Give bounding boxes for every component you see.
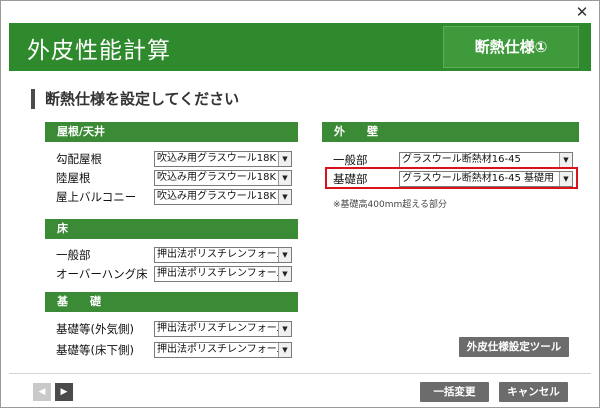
wall-panel-heading: 外 壁 — [322, 122, 579, 142]
roof-flat-select[interactable]: 吹込み用グラスウール18K ▼ — [154, 170, 292, 186]
row-label: オーバーハング床 — [56, 267, 148, 281]
wall-row-general: 一般部 グラスウール断熱材16-45 ▼ — [333, 152, 575, 168]
roof-row-flat: 陸屋根 吹込み用グラスウール18K ▼ — [56, 170, 296, 186]
foundation-underfloor-select[interactable]: 押出法ポリスチレンフォーム3 ▼ — [154, 342, 292, 358]
floor-overhang-select[interactable]: 押出法ポリスチレンフォーム3 ▼ — [154, 266, 292, 282]
floor-row-general: 一般部 押出法ポリスチレンフォーム3 ▼ — [56, 247, 296, 263]
chevron-down-icon: ▼ — [278, 322, 291, 336]
close-icon[interactable]: ✕ — [573, 3, 591, 21]
step-tab: 断熱仕様① — [443, 26, 579, 68]
cancel-button[interactable]: キャンセル — [499, 382, 568, 402]
highlight-box — [325, 167, 578, 189]
chevron-down-icon: ▼ — [278, 267, 291, 281]
foundation-row-outside: 基礎等(外気側) 押出法ポリスチレンフォーム3 ▼ — [56, 321, 296, 337]
floor-panel-heading: 床 — [45, 219, 298, 239]
foundation-outside-select[interactable]: 押出法ポリスチレンフォーム3 ▼ — [154, 321, 292, 337]
floor-row-overhang: オーバーハング床 押出法ポリスチレンフォーム3 ▼ — [56, 266, 296, 282]
chevron-down-icon: ▼ — [278, 152, 291, 166]
footer-divider — [9, 373, 591, 374]
floor-panel: 床 — [45, 219, 298, 239]
foundation-panel: 基 礎 — [45, 292, 298, 312]
next-page-button[interactable]: ▶ — [55, 383, 73, 401]
row-label: 屋上バルコニー — [56, 190, 137, 204]
roof-panel-heading: 屋根/天井 — [45, 122, 298, 142]
header-banner: 外皮性能計算 断熱仕様① — [9, 23, 591, 71]
foundation-panel-heading: 基 礎 — [45, 292, 298, 312]
row-label: 陸屋根 — [56, 171, 91, 185]
app-title: 外皮性能計算 — [27, 38, 171, 64]
title-bar: ✕ — [1, 1, 599, 23]
row-label: 基礎等(床下側) — [56, 343, 134, 357]
chevron-down-icon: ▼ — [559, 153, 572, 167]
roof-row-pitched: 勾配屋根 吹込み用グラスウール18K ▼ — [56, 151, 296, 167]
chevron-down-icon: ▼ — [278, 190, 291, 204]
roof-row-balcony: 屋上バルコニー 吹込み用グラスウール18K ▼ — [56, 189, 296, 205]
batch-change-button[interactable]: 一括変更 — [420, 382, 489, 402]
chevron-down-icon: ▼ — [278, 343, 291, 357]
chevron-down-icon: ▼ — [278, 248, 291, 262]
roof-panel: 屋根/天井 — [45, 122, 298, 142]
row-label: 一般部 — [333, 153, 368, 167]
wall-general-select[interactable]: グラスウール断熱材16-45 ▼ — [399, 152, 573, 168]
dialog-window: ✕ 外皮性能計算 断熱仕様① 断熱仕様を設定してください 屋根/天井 勾配屋根 … — [0, 0, 600, 408]
wall-note: ※基礎高400mm超える部分 — [333, 200, 447, 210]
roof-balcony-select[interactable]: 吹込み用グラスウール18K ▼ — [154, 189, 292, 205]
row-label: 一般部 — [56, 248, 91, 262]
exterior-spec-tool-button[interactable]: 外皮仕様設定ツール — [459, 337, 569, 357]
floor-general-select[interactable]: 押出法ポリスチレンフォーム3 ▼ — [154, 247, 292, 263]
chevron-down-icon: ▼ — [278, 171, 291, 185]
prev-page-button[interactable]: ◀ — [33, 383, 51, 401]
roof-pitched-select[interactable]: 吹込み用グラスウール18K ▼ — [154, 151, 292, 167]
foundation-row-underfloor: 基礎等(床下側) 押出法ポリスチレンフォーム3 ▼ — [56, 342, 296, 358]
section-title: 断熱仕様を設定してください — [31, 89, 239, 109]
row-label: 基礎等(外気側) — [56, 322, 134, 336]
wall-panel: 外 壁 — [322, 122, 579, 142]
row-label: 勾配屋根 — [56, 152, 102, 166]
